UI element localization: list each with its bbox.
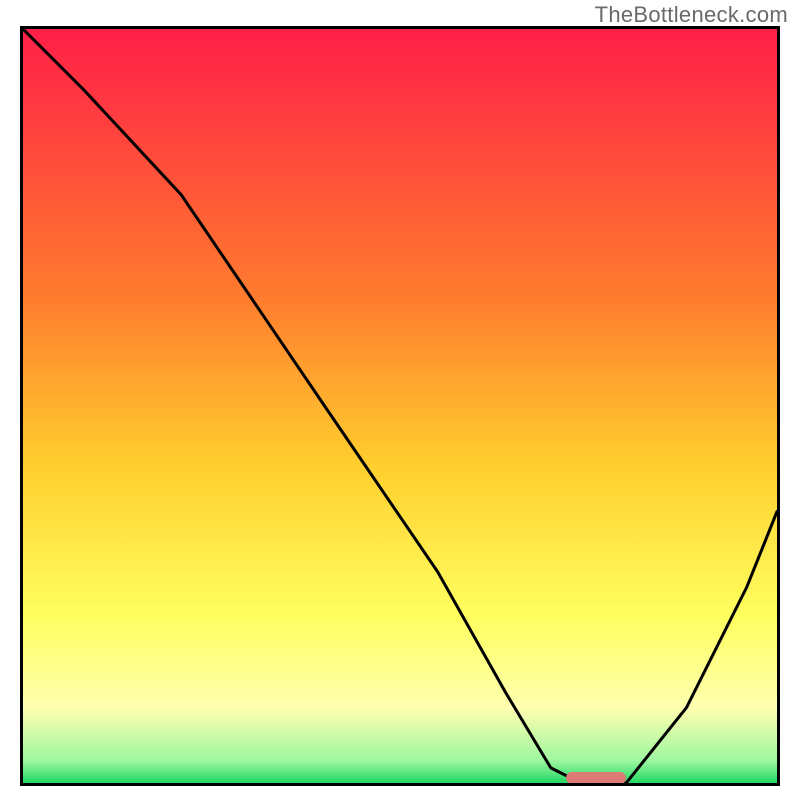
optimal-range-marker xyxy=(566,772,626,784)
chart-frame xyxy=(20,26,780,786)
watermark-text: TheBottleneck.com xyxy=(595,2,788,28)
bottleneck-curve xyxy=(23,29,777,783)
